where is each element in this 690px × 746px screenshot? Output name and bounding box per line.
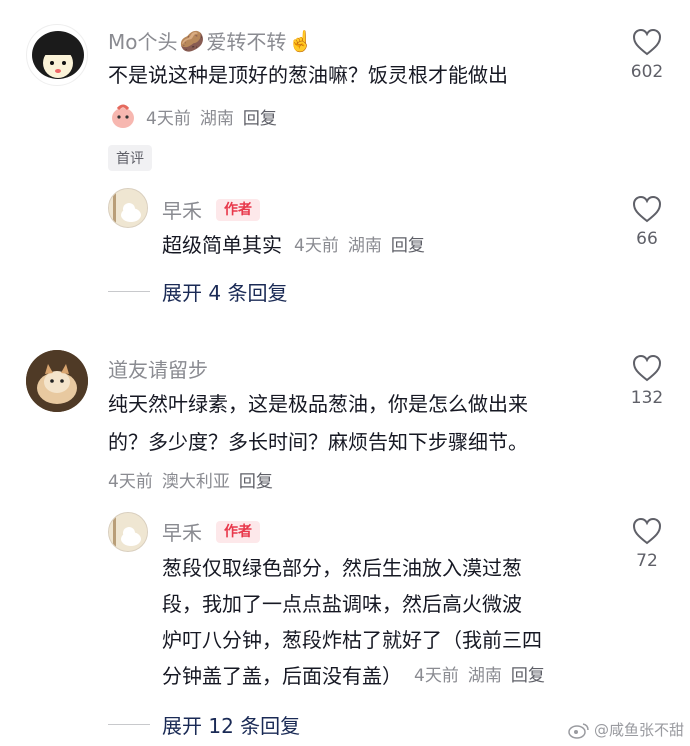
reply-username[interactable]: 早禾 作者 [162,517,260,546]
potato-emoji-icon: 🥔 [179,28,205,53]
avatar-cat-photo [26,350,88,412]
reply-text: 超级简单其实 [162,233,282,257]
expand-replies-button[interactable]: 展开 4 条回复 [108,277,287,306]
reply-last-line: 分钟盖了盖，后面没有盖） 4天前 湖南 回复 [162,658,612,694]
reply-button[interactable]: 回复 [511,658,545,694]
reply-text-line: 分钟盖了盖，后面没有盖） [162,664,402,688]
weibo-icon [568,722,589,739]
like-button[interactable]: 602 [619,28,675,82]
comment-text: 纯天然叶绿素，这是极品葱油，你是怎么做出来 的？多少度？多长时间？麻烦告知下步骤… [108,388,608,458]
author-badge: 作者 [216,520,260,543]
heart-outline-icon [632,28,662,56]
username-text-2: 爱转不转 [206,30,287,54]
watermark: @咸鱼张不甜 [568,719,684,740]
avatar[interactable] [108,188,148,228]
sticker-icon [108,101,138,131]
reply-time: 4天前 [414,666,459,686]
comment-time: 4天前 [108,472,153,492]
username-text: Mo个头 [108,30,178,54]
comment-time: 4天前 [146,108,191,129]
reply-location: 湖南 [467,666,502,686]
reply-meta: 4天前 湖南 回复 [414,658,554,694]
comment-text: 不是说这种是顶好的葱油嘛？饭灵根才能做出 [108,63,508,87]
reply-button[interactable]: 回复 [243,104,277,129]
comment-username[interactable]: 道友请留步 [108,354,208,383]
like-button[interactable]: 66 [619,195,675,249]
comment-meta: 4天前 湖南 回复 [108,101,286,131]
avatar[interactable] [108,512,148,552]
expand-label: 展开 12 条回复 [162,714,301,738]
like-button[interactable]: 72 [619,517,675,571]
reply-text-line: 葱段仅取绿色部分，然后生油放入漠过葱 [162,556,522,580]
like-count: 66 [636,229,658,249]
reply-text: 葱段仅取绿色部分，然后生油放入漠过葱 段，我加了一点点盐调味，然后高火微波 炉叮… [162,550,612,694]
like-count: 602 [630,62,664,82]
reply-location: 湖南 [347,236,382,256]
reply-username[interactable]: 早禾 作者 [162,195,260,224]
reply-time: 4天前 [294,236,339,256]
comment-username[interactable]: Mo个头 🥔 爱转不转 ☝️ [108,26,313,55]
avatar-cat-illustration [109,513,147,551]
expand-replies-button[interactable]: 展开 12 条回复 [108,710,300,739]
expand-label: 展开 4 条回复 [162,281,288,305]
reply-text-line: 炉叮八分钟，葱段炸枯了就好了（我前三四 [162,628,542,652]
comment-location: 湖南 [199,108,234,129]
reply-button[interactable]: 回复 [239,467,273,492]
username-text: 早禾 [162,199,202,223]
reply-text-line: 段，我加了一点点盐调味，然后高火微波 [162,592,522,616]
avatar-cat-illustration [109,189,147,227]
reply-text-line: 超级简单其实 4天前 湖南 回复 [162,229,434,258]
avatar[interactable] [26,350,88,412]
comment-location: 澳大利亚 [161,472,230,492]
like-count: 132 [630,388,664,408]
comment-text-line: 的？多少度？多长时间？麻烦告知下步骤细节。 [108,430,528,454]
comment-text-line: 纯天然叶绿素，这是极品葱油，你是怎么做出来 [108,392,528,416]
divider-line [108,291,150,292]
like-count: 72 [636,551,658,571]
author-badge: 作者 [216,198,260,221]
username-text: 早禾 [162,521,202,545]
heart-outline-icon [632,195,662,223]
watermark-text: @咸鱼张不甜 [593,721,684,739]
avatar-girl-illustration [32,31,84,79]
divider-line [108,724,150,725]
pointing-up-emoji-icon: ☝️ [288,28,314,53]
first-comment-tag: 首评 [108,145,152,171]
heart-outline-icon [632,354,662,382]
avatar[interactable] [26,24,88,86]
like-button[interactable]: 132 [619,354,675,408]
heart-outline-icon [632,517,662,545]
comment-meta: 4天前 澳大利亚 回复 [108,467,282,492]
reply-button[interactable]: 回复 [391,231,425,256]
